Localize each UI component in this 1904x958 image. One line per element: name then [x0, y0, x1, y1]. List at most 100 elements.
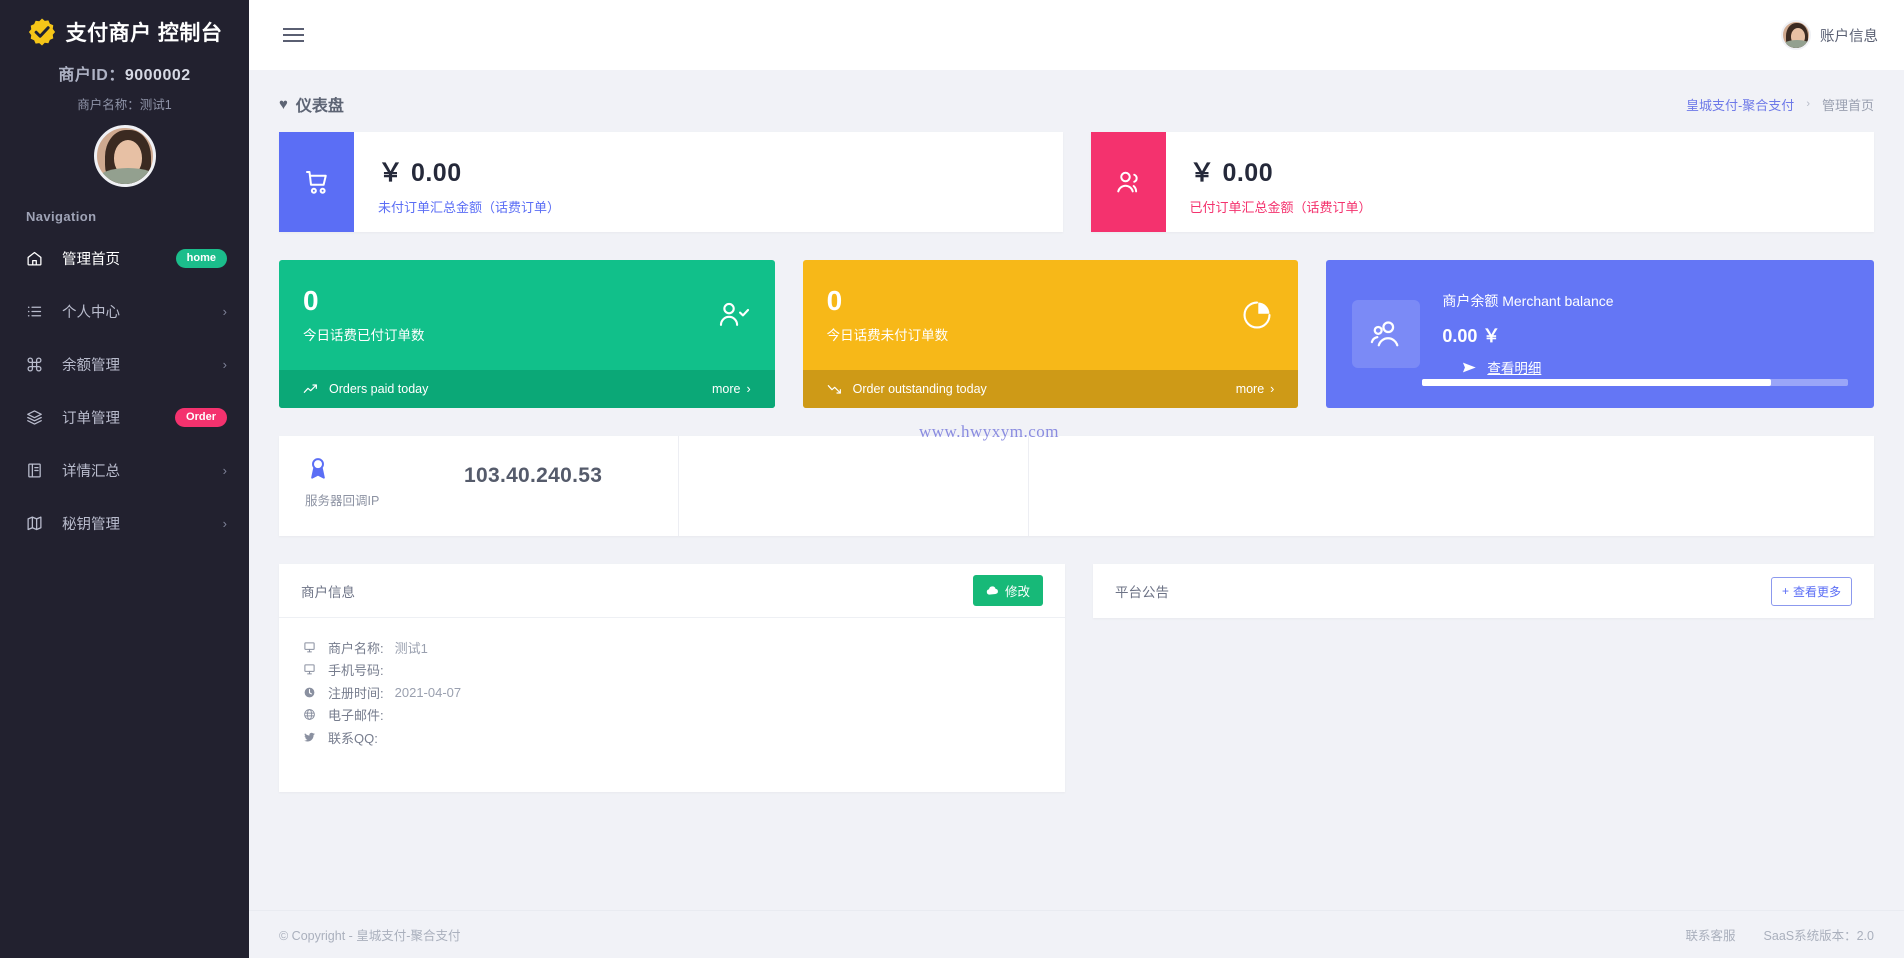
sidebar-avatar-wrap — [0, 125, 249, 187]
edit-button[interactable]: 修改 — [972, 575, 1043, 606]
sidebar-item-key-management[interactable]: 秘钥管理 › — [0, 497, 249, 550]
merchant-balance-body: 商户余额 Merchant balance 0.00 ￥ 查看明细 — [1442, 291, 1848, 377]
breadcrumb: 皇城支付-聚合支付 › 管理首页 — [1686, 95, 1874, 114]
orders-paid-more-link[interactable]: more › — [712, 382, 751, 396]
sidebar-item-dashboard[interactable]: 管理首页 home — [0, 232, 249, 285]
account-label: 账户信息 — [1820, 28, 1878, 45]
bottom-panels: 商户信息 修改 商户名称: 测试1 手机号码: 注册时间: 2021-04-07… — [279, 564, 1874, 822]
chevron-right-icon: › — [222, 304, 227, 319]
info-row-register-time: 注册时间: 2021-04-07 — [301, 681, 1043, 704]
clock-icon — [301, 686, 317, 699]
orders-outstanding-number: 0 — [826, 284, 843, 316]
twitter-icon — [301, 731, 317, 744]
globe-icon — [301, 708, 317, 721]
chevron-right-icon: › — [222, 516, 227, 531]
orders-outstanding-footer-label: Order outstanding today — [852, 382, 987, 396]
stat-card-row: 0 今日话费已付订单数 Orders paid today more › 0 今… — [279, 260, 1875, 408]
unpaid-amount-value: ￥ 0.00 — [378, 159, 462, 187]
more-label: more — [712, 382, 741, 396]
topbar: 账户信息 — [249, 0, 1904, 70]
unpaid-amount-card: ￥ 0.00 未付订单汇总金额（话费订单） — [279, 132, 1063, 232]
sidebar-item-label: 秘钥管理 — [62, 517, 120, 533]
send-icon — [1462, 361, 1477, 374]
chevron-right-icon: › — [222, 357, 227, 372]
info-value: 2021-04-07 — [394, 684, 462, 700]
info-label: 联系QQ: — [328, 730, 378, 746]
orders-outstanding-more-link[interactable]: more › — [1236, 382, 1275, 396]
orders-outstanding-desc: 今日话费未付订单数 — [826, 328, 949, 344]
sidebar-item-label: 订单管理 — [62, 411, 120, 427]
paid-amount-card: ￥ 0.00 已付订单汇总金额（话费订单） — [1090, 132, 1874, 232]
sidebar-item-balance[interactable]: 余额管理 › — [0, 338, 249, 391]
group-users-icon — [1352, 300, 1421, 368]
server-ip-caption: 服务器回调IP — [305, 494, 380, 508]
account-menu[interactable]: 账户信息 — [1781, 20, 1878, 50]
sidebar-item-personal-center[interactable]: 个人中心 › — [0, 285, 249, 338]
chevron-right-icon: › — [746, 382, 751, 396]
notice-panel-title: 平台公告 — [1115, 585, 1169, 600]
unpaid-amount-body: ￥ 0.00 未付订单汇总金额（话费订单） — [354, 132, 560, 232]
server-ip-value: 103.40.240.53 — [464, 464, 603, 487]
badge-check-icon — [27, 17, 57, 47]
server-ip-panel: 服务器回调IP 103.40.240.53 www.hwyxym.com — [279, 422, 1874, 536]
list-icon — [26, 303, 48, 320]
avatar — [93, 125, 156, 187]
view-details-link[interactable]: 查看明细 — [1462, 357, 1848, 377]
layers-icon — [26, 409, 48, 426]
orders-outstanding-today-card: 0 今日话费未付订单数 Order outstanding today more… — [802, 260, 1299, 408]
user-check-icon — [717, 298, 751, 332]
orders-paid-top: 0 今日话费已付订单数 — [279, 260, 775, 370]
shopping-cart-icon — [279, 132, 354, 232]
system-version: SaaS系统版本：2.0 — [1763, 929, 1874, 943]
notice-panel: 平台公告 + 查看更多 — [1093, 564, 1874, 618]
sidebar-item-label: 余额管理 — [62, 358, 120, 374]
chevron-right-icon: › — [1806, 98, 1810, 110]
sidebar-item-details-summary[interactable]: 详情汇总 › — [0, 444, 249, 497]
cloud-icon — [986, 585, 999, 596]
notice-panel-header: 平台公告 + 查看更多 — [1093, 564, 1874, 618]
orders-paid-footer-label: Orders paid today — [329, 382, 429, 396]
page-title-text: 仪表盘 — [295, 98, 344, 115]
brand[interactable]: 支付商户 控制台 — [0, 0, 249, 51]
merchant-balance-card: 商户余额 Merchant balance 0.00 ￥ 查看明细 — [1326, 260, 1875, 408]
command-icon — [26, 356, 48, 373]
merchant-id-label: 商户ID： — [58, 67, 125, 84]
view-details-label: 查看明细 — [1487, 361, 1542, 376]
footer-right: 联系客服 SaaS系统版本：2.0 — [1686, 925, 1874, 944]
sidebar-item-orders[interactable]: 订单管理 Order — [0, 391, 249, 444]
contact-support-link[interactable]: 联系客服 — [1686, 925, 1736, 944]
info-label: 商户名称: — [328, 640, 384, 656]
watermark: www.hwyxym.com — [919, 422, 1059, 441]
more-label: more — [1235, 382, 1265, 396]
sidebar-badge-order: Order — [175, 407, 227, 428]
footer-copyright: © Copyright - 皇城支付-聚合支付 — [279, 929, 461, 943]
info-value: 测试1 — [394, 640, 428, 656]
book-icon — [26, 462, 48, 479]
merchant-balance-amount: 0.00 ￥ — [1442, 326, 1501, 346]
chevron-right-icon: › — [222, 463, 227, 478]
info-row-qq: 联系QQ: — [301, 726, 1043, 749]
app-root: 支付商户 控制台 商户ID：9000002 商户名称：测试1 Navigatio… — [0, 0, 1904, 958]
sidebar-item-label: 详情汇总 — [62, 464, 120, 480]
pie-chart-icon — [1240, 298, 1274, 332]
orders-outstanding-top: 0 今日话费未付订单数 — [803, 260, 1299, 370]
paid-amount-value: ￥ 0.00 — [1189, 159, 1274, 187]
orders-paid-today-card: 0 今日话费已付订单数 Orders paid today more › — [279, 260, 775, 408]
page-title: ♥ 仪表盘 — [279, 92, 344, 116]
view-more-button[interactable]: + 查看更多 — [1770, 576, 1852, 606]
breadcrumb-current: 管理首页 — [1821, 97, 1874, 113]
breadcrumb-link[interactable]: 皇城支付-聚合支付 — [1686, 95, 1794, 114]
navigation-label: Navigation — [26, 209, 97, 224]
info-label: 注册时间: — [328, 685, 384, 701]
sidebar-badge-home: home — [175, 248, 227, 269]
merchant-info-list: 商户名称: 测试1 手机号码: 注册时间: 2021-04-07 电子邮件: 联… — [279, 618, 1065, 749]
sidebar: 支付商户 控制台 商户ID：9000002 商户名称：测试1 Navigatio… — [0, 0, 249, 958]
merchant-info-panel: 商户信息 修改 商户名称: 测试1 手机号码: 注册时间: 2021-04-07… — [279, 564, 1065, 792]
brand-title: 支付商户 控制台 — [65, 22, 223, 45]
orders-outstanding-footer: Order outstanding today more › — [802, 370, 1299, 408]
hamburger-icon[interactable] — [281, 22, 306, 48]
page-content: ♥ 仪表盘 皇城支付-聚合支付 › 管理首页 ￥ 0.00 未付订单汇总金额（话… — [249, 70, 1904, 910]
trend-down-icon — [827, 382, 843, 396]
plus-icon: + — [1781, 584, 1789, 598]
merchant-name: 商户名称：测试1 — [77, 98, 172, 112]
